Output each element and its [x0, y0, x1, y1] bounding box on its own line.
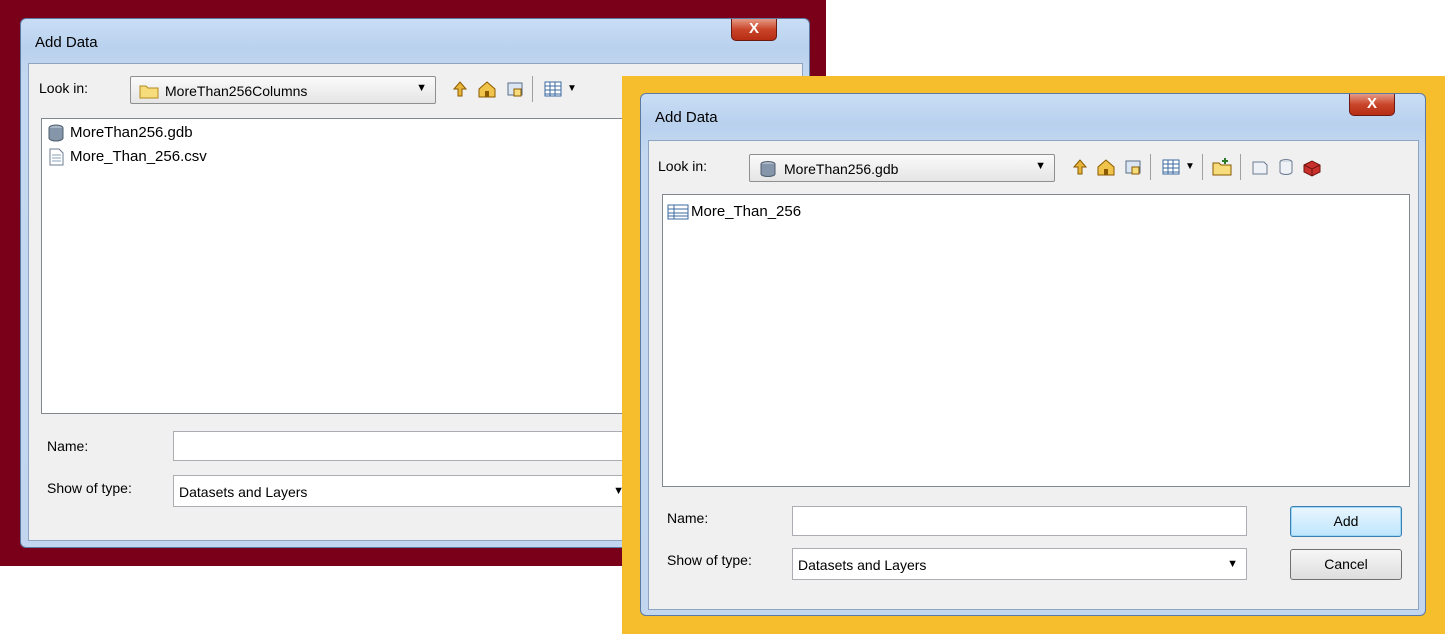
home-icon[interactable]	[1096, 157, 1116, 177]
new-personal-geodatabase-icon[interactable]	[1276, 157, 1296, 177]
add-data-dialog-front: Add Data X Look in: MoreThan256.gdb ▼ ▼	[640, 93, 1426, 616]
file-name: More_Than_256	[691, 203, 802, 220]
file-name: More_Than_256.csv	[70, 148, 207, 165]
folder-icon	[139, 83, 159, 102]
cancel-button[interactable]: Cancel	[1290, 549, 1402, 580]
toolbar-separator	[1150, 154, 1151, 180]
show-of-type-value: Datasets and Layers	[798, 557, 927, 573]
new-folder-icon[interactable]	[1212, 157, 1232, 177]
geodatabase-icon	[46, 124, 66, 146]
show-of-type-label: Show of type:	[667, 552, 752, 568]
up-one-level-icon[interactable]	[1070, 157, 1090, 177]
up-one-level-icon[interactable]	[450, 79, 470, 99]
titlebar: Add Data X	[21, 19, 809, 63]
dialog-client: Look in: MoreThan256.gdb ▼ ▼ More_Than_2…	[648, 140, 1419, 610]
look-in-combo[interactable]: MoreThan256.gdb ▼	[749, 154, 1055, 182]
show-of-type-value: Datasets and Layers	[179, 484, 308, 500]
look-in-value: MoreThan256Columns	[165, 83, 308, 99]
close-button[interactable]: X	[731, 19, 777, 41]
view-dropdown-icon[interactable]: ▼	[1185, 161, 1195, 172]
home-icon[interactable]	[477, 79, 497, 99]
new-file-geodatabase-icon[interactable]	[1250, 157, 1270, 177]
show-of-type-label: Show of type:	[47, 480, 132, 496]
look-in-combo[interactable]: MoreThan256Columns ▼	[130, 76, 436, 104]
close-button[interactable]: X	[1349, 94, 1395, 116]
toolbox-icon[interactable]	[1302, 157, 1322, 177]
view-dropdown-icon[interactable]: ▼	[567, 83, 577, 94]
chevron-down-icon: ▼	[416, 82, 427, 94]
titlebar: Add Data X	[641, 94, 1425, 138]
details-view-icon[interactable]	[543, 79, 563, 99]
name-input[interactable]	[792, 506, 1247, 536]
name-input[interactable]	[173, 431, 643, 461]
look-in-label: Look in:	[658, 158, 708, 174]
details-view-icon[interactable]	[1161, 157, 1181, 177]
look-in-label: Look in:	[39, 80, 89, 96]
table-icon	[667, 203, 689, 225]
file-name: MoreThan256.gdb	[70, 124, 193, 141]
chevron-down-icon: ▼	[1035, 160, 1046, 172]
dialog-title: Add Data	[35, 34, 98, 51]
toolbar-separator	[1202, 154, 1203, 180]
file-list[interactable]: More_Than_256	[662, 194, 1410, 487]
show-of-type-select[interactable]: Datasets and Layers ▼	[792, 548, 1247, 580]
chevron-down-icon: ▼	[1227, 558, 1238, 570]
name-label: Name:	[667, 510, 709, 526]
look-in-value: MoreThan256.gdb	[784, 161, 899, 177]
text-file-icon	[46, 148, 66, 170]
toolbar-separator	[532, 76, 533, 102]
toolbar-separator	[1240, 154, 1241, 180]
connect-to-folder-icon[interactable]	[505, 79, 525, 99]
show-of-type-select[interactable]: Datasets and Layers ▼	[173, 475, 633, 507]
add-button[interactable]: Add	[1290, 506, 1402, 537]
dialog-title: Add Data	[655, 109, 718, 126]
connect-to-folder-icon[interactable]	[1123, 157, 1143, 177]
name-label: Name:	[47, 438, 89, 454]
geodatabase-icon	[758, 161, 778, 180]
